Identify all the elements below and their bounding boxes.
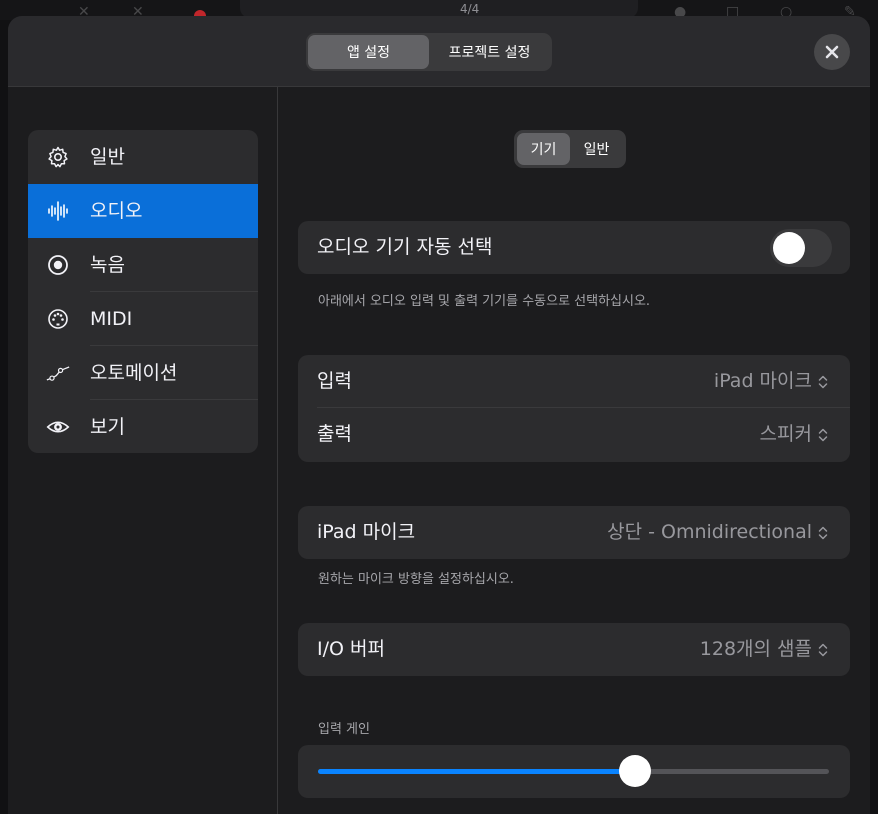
buffer-row[interactable]: I/O 버퍼 128개의 샘플	[298, 623, 850, 676]
output-value: 스피커	[759, 423, 812, 445]
output-select[interactable]: 스피커	[760, 408, 828, 461]
background-counter: 4/4	[460, 2, 480, 16]
sidebar-item-label: 오토메이션	[90, 362, 178, 384]
sidebar-item-label: MIDI	[90, 308, 133, 330]
chevron-up-down-icon	[818, 428, 828, 441]
audio-section-tabs: 기기 일반	[514, 130, 626, 168]
mic-label: iPad 마이크	[317, 521, 416, 543]
toggle-knob	[773, 232, 805, 264]
midi-icon	[46, 307, 70, 331]
tab-app-settings[interactable]: 앱 설정	[308, 35, 429, 69]
input-select[interactable]: iPad 마이크	[714, 355, 828, 408]
buffer-select[interactable]: 128개의 샘플	[700, 623, 828, 676]
close-icon	[825, 45, 839, 59]
gain-slider-track[interactable]	[318, 755, 829, 787]
record-icon	[46, 253, 70, 277]
tab-general[interactable]: 일반	[570, 133, 623, 165]
gain-slider-fill	[318, 769, 635, 774]
gain-slider-thumb[interactable]	[618, 755, 651, 787]
auto-select-row: 오디오 기기 자동 선택	[298, 221, 850, 274]
waveform-icon	[46, 199, 70, 223]
chevron-up-down-icon	[818, 526, 828, 539]
output-row[interactable]: 출력 스피커	[298, 408, 850, 461]
mic-hint: 원하는 마이크 방향을 설정하십시오.	[318, 572, 514, 587]
buffer-label: I/O 버퍼	[317, 638, 385, 660]
sidebar-item-label: 일반	[90, 146, 125, 168]
auto-select-label: 오디오 기기 자동 선택	[317, 236, 493, 258]
output-label: 출력	[317, 423, 352, 445]
modal-header: 앱 설정 프로젝트 설정	[8, 16, 870, 87]
sidebar-item-view[interactable]: 보기	[28, 400, 258, 453]
sidebar-item-general[interactable]: 일반	[28, 130, 258, 184]
gain-card	[298, 745, 850, 798]
auto-select-hint: 아래에서 오디오 입력 및 출력 기기를 수동으로 선택하십시오.	[318, 294, 651, 309]
sidebar-item-label: 오디오	[90, 200, 143, 222]
sidebar-item-midi[interactable]: MIDI	[28, 292, 258, 346]
sidebar: 일반 오디오 녹음 MIDI 오토메이션 보기	[28, 130, 258, 453]
sidebar-item-label: 보기	[90, 416, 125, 438]
settings-modal: 앱 설정 프로젝트 설정 일반 오디오 녹음 MIDI 오토메이션 보기 기기 …	[8, 16, 870, 814]
chevron-up-down-icon	[818, 643, 828, 656]
gain-label: 입력 게인	[318, 722, 370, 737]
input-value: iPad 마이크	[713, 370, 812, 392]
sidebar-item-label: 녹음	[90, 254, 125, 276]
eye-icon	[46, 415, 70, 439]
buffer-card: I/O 버퍼 128개의 샘플	[298, 623, 850, 676]
auto-select-toggle[interactable]	[770, 229, 832, 267]
sidebar-item-audio[interactable]: 오디오	[28, 184, 258, 238]
tab-devices[interactable]: 기기	[517, 133, 570, 165]
mic-card: iPad 마이크 상단 - Omnidirectional	[298, 506, 850, 559]
automation-icon	[46, 361, 70, 385]
mic-direction-value: 상단 - Omnidirectional	[607, 521, 812, 543]
gear-icon	[46, 145, 70, 169]
settings-scope-tabs: 앱 설정 프로젝트 설정	[306, 33, 552, 71]
chevron-up-down-icon	[818, 375, 828, 388]
input-row[interactable]: 입력 iPad 마이크	[298, 355, 850, 408]
io-device-card: 입력 iPad 마이크 출력 스피커	[298, 355, 850, 462]
tab-project-settings[interactable]: 프로젝트 설정	[429, 35, 550, 69]
auto-select-card: 오디오 기기 자동 선택	[298, 221, 850, 274]
sidebar-item-automation[interactable]: 오토메이션	[28, 346, 258, 400]
mic-direction-select[interactable]: 상단 - Omnidirectional	[607, 506, 828, 559]
buffer-value: 128개의 샘플	[699, 638, 812, 660]
close-button[interactable]	[814, 34, 850, 70]
sidebar-item-recording[interactable]: 녹음	[28, 238, 258, 292]
sidebar-column: 일반 오디오 녹음 MIDI 오토메이션 보기	[8, 87, 278, 814]
mic-row[interactable]: iPad 마이크 상단 - Omnidirectional	[298, 506, 850, 559]
input-label: 입력	[317, 370, 352, 392]
